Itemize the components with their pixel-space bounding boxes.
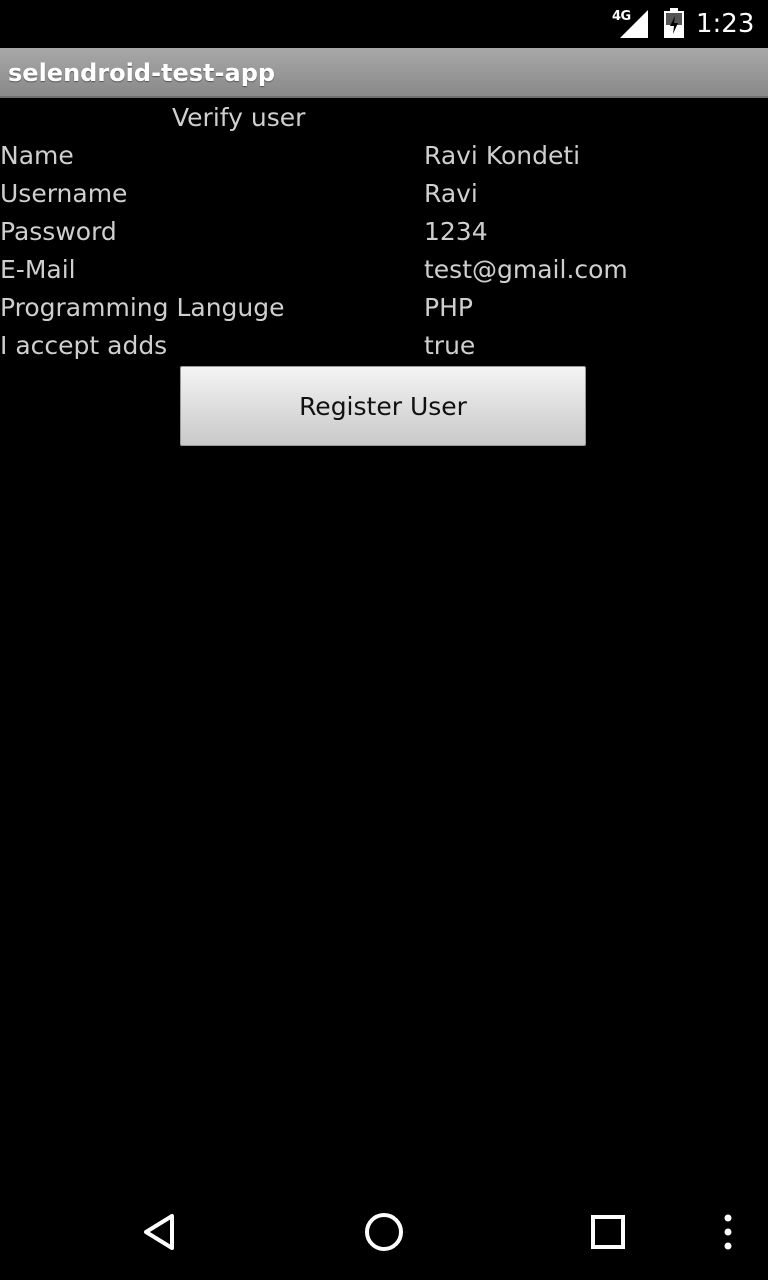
field-value: test@gmail.com [424,255,628,284]
clock: 1:23 [696,9,755,39]
field-label: E-Mail [0,255,76,284]
field-label: Username [0,179,128,208]
field-value: true [424,331,476,360]
field-row-accept-adds: I accept adds true [0,327,768,365]
field-row-programming-language: Programming Languge PHP [0,289,768,327]
field-value: 1234 [424,217,488,246]
battery-icon [664,8,684,38]
app-title: selendroid-test-app [8,59,276,87]
field-label: Password [0,217,117,246]
home-icon[interactable] [360,1208,408,1256]
overflow-menu-icon[interactable] [704,1208,752,1256]
signal-icon [620,10,648,38]
field-value: PHP [424,293,473,322]
field-value: Ravi [424,179,478,208]
field-label: I accept adds [0,331,168,360]
field-label: Programming Languge [0,293,285,322]
register-user-button[interactable]: Register User [180,366,586,446]
field-row-email: E-Mail test@gmail.com [0,251,768,289]
action-bar: selendroid-test-app [0,48,768,98]
screen: 4G 1:23 selendroid-test-app Verify user … [0,0,768,1280]
recents-icon[interactable] [584,1208,632,1256]
field-row-username: Username Ravi [0,175,768,213]
field-row-password: Password 1234 [0,213,768,251]
navigation-bar [0,1184,768,1280]
field-value: Ravi Kondeti [424,141,581,170]
field-row-name: Name Ravi Kondeti [0,137,768,175]
back-icon[interactable] [136,1208,184,1256]
status-bar: 4G 1:23 [0,0,768,48]
field-label: Name [0,141,74,170]
page-title: Verify user [172,103,306,132]
